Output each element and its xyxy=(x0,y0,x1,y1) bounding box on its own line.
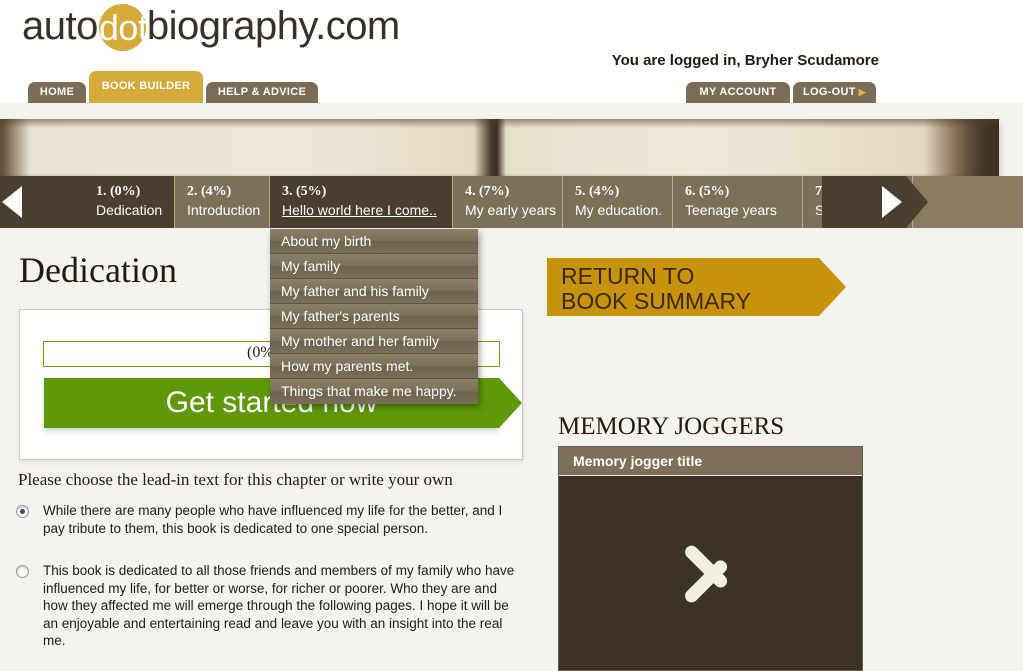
dropdown-item-4[interactable]: My mother and her family xyxy=(270,329,478,354)
chapter-6-name: Teenage years xyxy=(685,202,777,218)
lead-in-option-1[interactable]: While there are many people who have inf… xyxy=(16,502,516,537)
return-summary-line2: BOOK SUMMARY xyxy=(561,288,751,314)
book-photo-image xyxy=(0,119,999,177)
chapter-2-number: 2. (4%) xyxy=(187,184,232,199)
chapter-tab-1[interactable]: 1. (0%) Dedication xyxy=(84,176,175,228)
chapter-4-number: 4. (7%) xyxy=(465,184,510,199)
dropdown-item-3[interactable]: My father's parents xyxy=(270,304,478,329)
logo-text-biography: biography.com xyxy=(146,4,400,48)
chapter-6-number: 6. (5%) xyxy=(685,184,730,199)
lead-in-question: Please choose the lead-in text for this … xyxy=(18,470,453,489)
lead-in-option-2[interactable]: This book is dedicated to all those frie… xyxy=(16,562,516,650)
lead-in-option-2-text: This book is dedicated to all those frie… xyxy=(43,563,515,648)
previous-chapters-button[interactable] xyxy=(0,176,84,228)
chapter-tab-4[interactable]: 4. (7%) My early years xyxy=(453,176,563,228)
chapter-3-name: Hello world here I come.. xyxy=(282,202,437,218)
chapter-1-number: 1. (0%) xyxy=(96,184,141,199)
nav-tab-help-advice[interactable]: HELP & ADVICE xyxy=(206,82,318,103)
dropdown-item-0[interactable]: About my birth xyxy=(270,229,478,254)
page-root: auto dot biography.com You are logged in, … xyxy=(0,0,1023,671)
my-account-button[interactable]: MY ACCOUNT xyxy=(686,82,790,103)
page-title: Dedication xyxy=(19,250,177,290)
radio-option-1[interactable] xyxy=(16,505,29,518)
logout-label: LOG-OUT xyxy=(802,86,856,98)
nav-tab-home[interactable]: HOME xyxy=(28,82,86,103)
dropdown-item-6[interactable]: Things that make me happy. xyxy=(270,379,478,404)
dropdown-item-1[interactable]: My family xyxy=(270,254,478,279)
next-chapters-button[interactable] xyxy=(822,176,928,228)
memory-jogger-title: Memory jogger title xyxy=(559,447,862,476)
logout-button[interactable]: LOG-OUT ▶ xyxy=(793,82,876,103)
memory-joggers-heading: MEMORY JOGGERS xyxy=(558,413,785,440)
arrow-right-icon xyxy=(882,186,902,218)
chevron-right-icon[interactable] xyxy=(682,524,733,612)
return-summary-line1: RETURN TO xyxy=(561,263,694,289)
dropdown-item-2[interactable]: My father and his family xyxy=(270,279,478,304)
memory-jogger-panel: Memory jogger title xyxy=(558,446,863,671)
dropdown-item-5[interactable]: How my parents met. xyxy=(270,354,478,379)
open-book-banner xyxy=(0,105,1023,177)
chapter-tab-2[interactable]: 2. (4%) Introduction xyxy=(175,176,270,228)
site-header: auto dot biography.com You are logged in, … xyxy=(0,0,1023,103)
chapter-4-name: My early years xyxy=(465,202,557,218)
chapter-tab-3[interactable]: 3. (5%) Hello world here I come.. xyxy=(270,176,453,228)
chapter-3-number: 3. (5%) xyxy=(282,184,327,199)
site-logo[interactable]: auto dot biography.com xyxy=(22,4,400,51)
chapter-1-name: Dedication xyxy=(96,202,163,218)
chapter-sections-dropdown[interactable]: About my birth My family My father and h… xyxy=(270,229,478,404)
memory-jogger-body[interactable] xyxy=(559,476,862,670)
arrow-left-icon xyxy=(2,186,22,218)
chapter-2-name: Introduction xyxy=(187,202,261,218)
chapter-5-number: 5. (4%) xyxy=(575,184,620,199)
chapter-5-name: My education. xyxy=(575,202,663,218)
lead-in-option-1-text: While there are many people who have inf… xyxy=(43,503,503,536)
logo-dot-circle: dot xyxy=(98,4,148,51)
logo-text-auto: auto xyxy=(22,4,98,48)
chapter-tab-5[interactable]: 5. (4%) My education. xyxy=(563,176,673,228)
chapter-tab-6[interactable]: 6. (5%) Teenage years xyxy=(673,176,803,228)
radio-option-2[interactable] xyxy=(16,565,29,578)
play-arrow-icon: ▶ xyxy=(858,87,867,97)
nav-tab-book-builder[interactable]: BOOK BUILDER xyxy=(89,71,203,103)
return-to-book-summary-button[interactable]: RETURN TO BOOK SUMMARY xyxy=(547,256,847,319)
logo-text-dot: dot xyxy=(98,7,148,48)
login-status: You are logged in, Bryher Scudamore xyxy=(611,52,879,69)
